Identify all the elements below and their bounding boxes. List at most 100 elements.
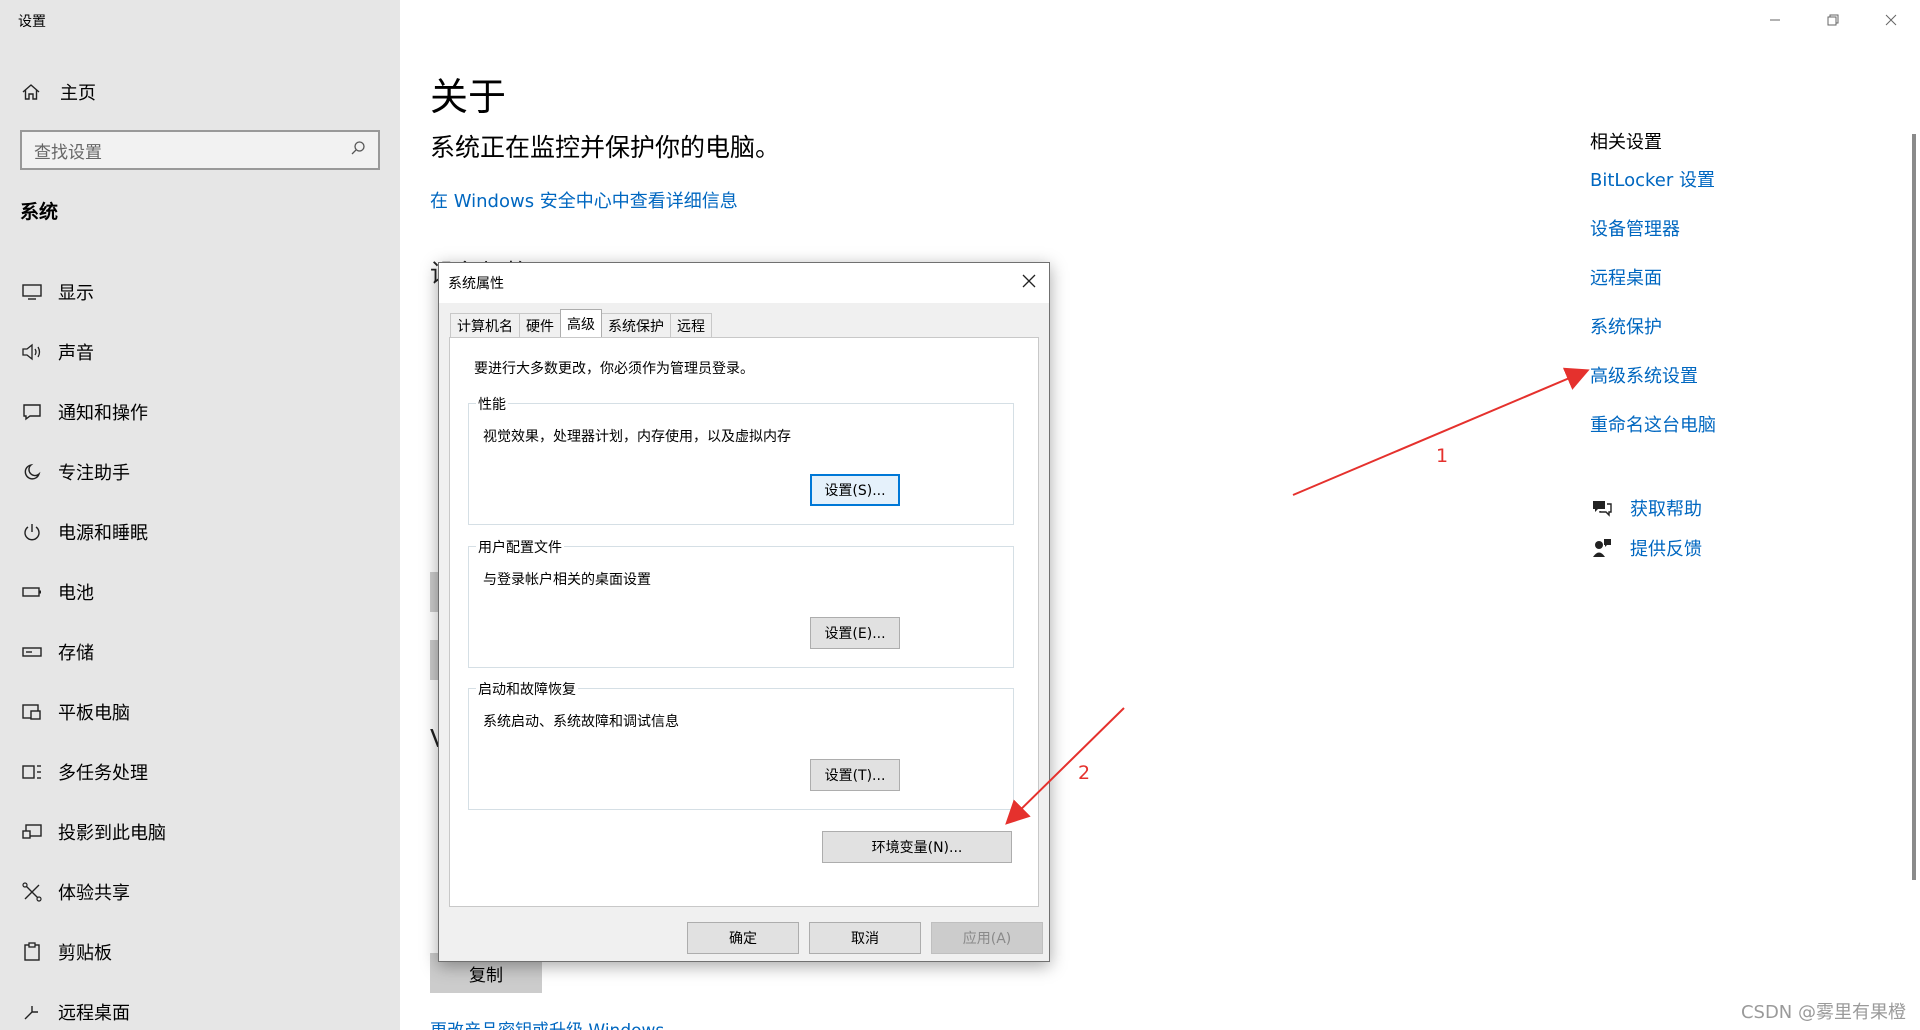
tablet-icon <box>20 701 44 723</box>
user-profiles-group: 用户配置文件 与登录帐户相关的桌面设置 设置(E)... <box>468 537 1014 668</box>
sidebar-item-label: 显示 <box>58 283 94 304</box>
app-title: 设置 <box>18 14 46 30</box>
sidebar-item-battery[interactable]: 电池 <box>20 562 166 622</box>
startup-recovery-description: 系统启动、系统故障和调试信息 <box>483 714 679 730</box>
sidebar-item-label: 体验共享 <box>58 883 130 904</box>
sidebar-item-sound[interactable]: 声音 <box>20 322 166 382</box>
get-help-row[interactable]: 获取帮助 <box>1590 488 1702 528</box>
projection-icon <box>20 821 44 843</box>
feedback-link[interactable]: 提供反馈 <box>1630 535 1702 561</box>
window-controls <box>1746 0 1920 40</box>
dialog-title: 系统属性 <box>448 276 504 292</box>
sidebar-item-label: 电源和睡眠 <box>58 523 148 544</box>
help-section: 获取帮助 提供反馈 <box>1590 488 1702 568</box>
sidebar-home-label: 主页 <box>60 83 96 104</box>
tab-hardware[interactable]: 硬件 <box>519 313 561 337</box>
environment-variables-button[interactable]: 环境变量(N)... <box>822 831 1012 863</box>
sidebar-item-label: 剪贴板 <box>58 943 112 964</box>
remote-desktop-icon <box>20 1001 44 1023</box>
minimize-icon <box>1769 11 1781 30</box>
notification-icon <box>20 401 44 423</box>
sidebar-home[interactable]: 主页 <box>20 79 96 105</box>
performance-group: 性能 视觉效果，处理器计划，内存使用，以及虚拟内存 设置(S)... <box>468 394 1014 525</box>
vertical-scrollbar[interactable] <box>1912 134 1916 880</box>
sidebar-item-multitasking[interactable]: 多任务处理 <box>20 742 166 802</box>
sidebar-item-remote-desktop[interactable]: 远程桌面 <box>20 982 166 1030</box>
performance-label: 性能 <box>476 394 508 414</box>
close-button[interactable] <box>1862 0 1920 40</box>
sidebar-item-focus-assist[interactable]: 专注助手 <box>20 442 166 502</box>
sidebar-section-title: 系统 <box>20 201 59 223</box>
multitask-icon <box>20 761 44 783</box>
sidebar-item-power-sleep[interactable]: 电源和睡眠 <box>20 502 166 562</box>
clipboard-icon <box>20 941 44 963</box>
minimize-button[interactable] <box>1746 0 1804 40</box>
advanced-system-settings-link[interactable]: 高级系统设置 <box>1590 362 1716 411</box>
sidebar-item-label: 通知和操作 <box>58 403 148 424</box>
dialog-tabs: 计算机名 硬件 高级 系统保护 远程 <box>450 309 712 337</box>
speaker-icon <box>20 341 44 363</box>
dialog-titlebar: 系统属性 <box>439 263 1049 303</box>
sidebar-item-label: 专注助手 <box>58 463 130 484</box>
performance-settings-button[interactable]: 设置(S)... <box>810 474 900 506</box>
sidebar-item-label: 平板电脑 <box>58 703 130 724</box>
close-icon <box>1022 274 1036 292</box>
related-settings-title: 相关设置 <box>1590 132 1662 153</box>
sidebar-nav: 显示 声音 通知和操作 专注助手 电源和睡眠 电池 存储 平板电脑 多任务处理 … <box>20 262 166 1030</box>
sidebar-item-storage[interactable]: 存储 <box>20 622 166 682</box>
cancel-button[interactable]: 取消 <box>809 922 921 954</box>
sidebar-item-shared-experiences[interactable]: 体验共享 <box>20 862 166 922</box>
ok-button[interactable]: 确定 <box>687 922 799 954</box>
system-protection-link[interactable]: 系统保护 <box>1590 313 1716 362</box>
sidebar-item-tablet[interactable]: 平板电脑 <box>20 682 166 742</box>
sidebar-item-clipboard[interactable]: 剪贴板 <box>20 922 166 982</box>
annotation-label-2: 2 <box>1078 762 1091 784</box>
search-input[interactable]: 查找设置 <box>20 130 380 170</box>
rename-pc-link[interactable]: 重命名这台电脑 <box>1590 411 1716 460</box>
sidebar-item-notifications[interactable]: 通知和操作 <box>20 382 166 442</box>
sidebar: 设置 主页 查找设置 系统 显示 声音 通知和操作 专注助手 电源和睡眠 电池 … <box>0 0 400 1030</box>
tab-computer-name[interactable]: 计算机名 <box>450 313 520 337</box>
sidebar-item-projection[interactable]: 投影到此电脑 <box>20 802 166 862</box>
watermark: CSDN @雾里有果橙 <box>1740 1002 1906 1023</box>
user-profiles-description: 与登录帐户相关的桌面设置 <box>483 572 651 588</box>
sidebar-item-display[interactable]: 显示 <box>20 262 166 322</box>
sidebar-item-label: 多任务处理 <box>58 763 148 784</box>
advanced-tab-panel: 要进行大多数更改，你必须作为管理员登录。 性能 视觉效果，处理器计划，内存使用，… <box>449 337 1039 907</box>
search-icon <box>350 140 366 161</box>
restore-icon <box>1827 11 1839 30</box>
sidebar-item-label: 电池 <box>58 583 94 604</box>
dialog-close-button[interactable] <box>1015 269 1043 297</box>
restore-button[interactable] <box>1804 0 1862 40</box>
home-icon <box>20 81 42 103</box>
get-help-link[interactable]: 获取帮助 <box>1630 495 1702 521</box>
share-icon <box>20 881 44 903</box>
protection-status: 系统正在监控并保护你的电脑。 <box>430 133 781 162</box>
annotation-label-1: 1 <box>1436 445 1449 467</box>
help-chat-icon <box>1590 496 1614 520</box>
bitlocker-settings-link[interactable]: BitLocker 设置 <box>1590 166 1716 215</box>
performance-description: 视觉效果，处理器计划，内存使用，以及虚拟内存 <box>483 429 791 445</box>
related-settings: 相关设置 BitLocker 设置 设备管理器 远程桌面 系统保护 高级系统设置… <box>1590 128 1716 460</box>
security-center-link[interactable]: 在 Windows 安全中心中查看详细信息 <box>430 187 738 213</box>
close-icon <box>1885 11 1897 30</box>
battery-icon <box>20 581 44 603</box>
power-icon <box>20 521 44 543</box>
feedback-row[interactable]: 提供反馈 <box>1590 528 1702 568</box>
tab-advanced[interactable]: 高级 <box>560 309 602 337</box>
feedback-icon <box>1590 536 1614 560</box>
startup-recovery-settings-button[interactable]: 设置(T)... <box>810 759 900 791</box>
moon-icon <box>20 461 44 483</box>
sidebar-item-label: 投影到此电脑 <box>58 823 166 844</box>
change-product-key-link[interactable]: 更改产品密钥或升级 Windows <box>430 1016 664 1030</box>
system-properties-dialog: 系统属性 计算机名 硬件 高级 系统保护 远程 要进行大多数更改，你必须作为管理… <box>438 262 1050 962</box>
startup-recovery-label: 启动和故障恢复 <box>476 679 578 699</box>
user-profiles-settings-button[interactable]: 设置(E)... <box>810 617 900 649</box>
tab-remote[interactable]: 远程 <box>670 313 712 337</box>
monitor-icon <box>20 281 44 303</box>
device-manager-link[interactable]: 设备管理器 <box>1590 215 1716 264</box>
apply-button[interactable]: 应用(A) <box>931 922 1043 954</box>
sidebar-item-label: 声音 <box>58 343 94 364</box>
remote-desktop-link[interactable]: 远程桌面 <box>1590 264 1716 313</box>
tab-system-protection[interactable]: 系统保护 <box>601 313 671 337</box>
